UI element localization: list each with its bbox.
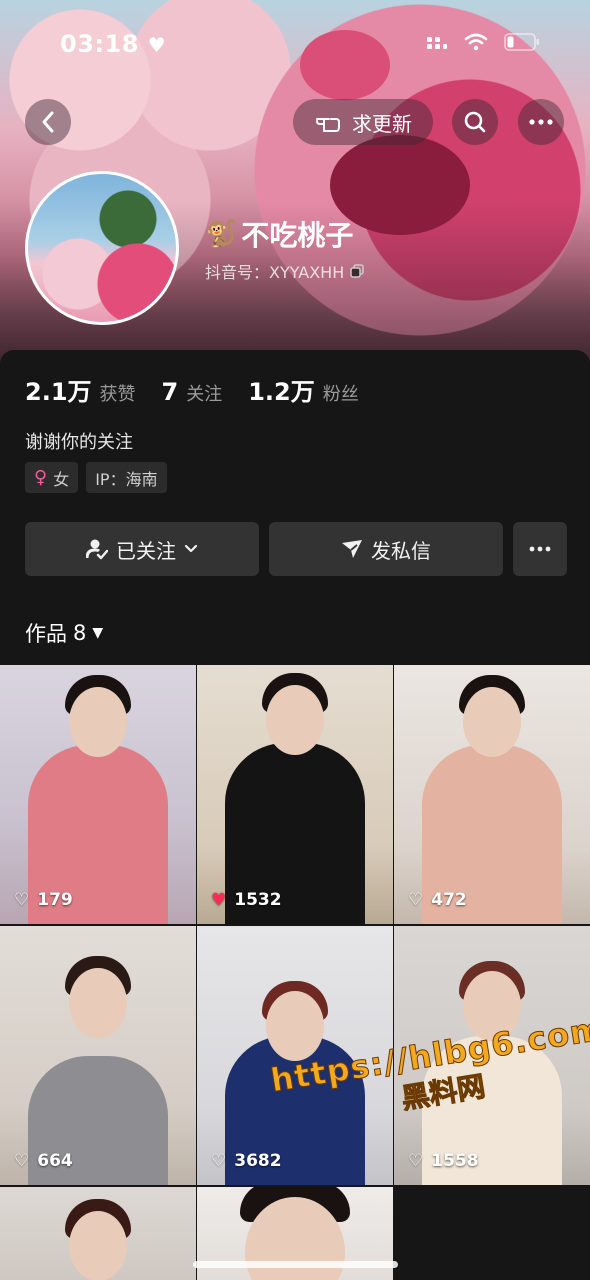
status-time-text: 03:18: [60, 30, 139, 58]
profile-tags: ♀ 女 IP：海南: [25, 462, 167, 493]
action-more-button[interactable]: [513, 522, 567, 576]
ip-location-label: IP：海南: [95, 469, 158, 489]
status-bar: 03:18 ♥: [0, 0, 590, 90]
gender-label: 女: [53, 469, 70, 489]
search-icon: [464, 111, 486, 133]
heart-outline-icon: ♡: [14, 890, 30, 910]
copy-icon[interactable]: [350, 264, 364, 278]
profile-actions: 已关注 发私信: [25, 522, 567, 576]
gender-tag: ♀ 女: [25, 462, 79, 493]
back-button[interactable]: [25, 99, 71, 145]
like-count: ♡ 3682: [211, 1151, 282, 1171]
video-thumbnail[interactable]: ♡ 664: [0, 926, 196, 1185]
more-options-button[interactable]: [518, 99, 564, 145]
video-thumbnail[interactable]: ♡ 472: [394, 665, 590, 924]
stat-label: 粉丝: [322, 384, 359, 405]
battery-icon: [504, 33, 539, 51]
send-message-button[interactable]: 发私信: [269, 522, 503, 576]
profile-name: 🐒 不吃桃子: [205, 214, 353, 254]
avatar[interactable]: [25, 171, 179, 325]
stat-value: 2.1万: [25, 378, 92, 406]
caret-down-icon: ▼: [92, 625, 104, 641]
ip-location-tag: IP：海南: [86, 462, 167, 493]
chevron-left-icon: [42, 111, 54, 133]
like-count: ♡ 1558: [408, 1151, 479, 1171]
works-label: 作品: [25, 622, 67, 646]
works-count: 8: [73, 621, 87, 645]
stat-followers[interactable]: 1.2万 粉丝: [248, 372, 359, 407]
like-count-text: 472: [431, 890, 467, 910]
like-count: ♥ 1532: [211, 890, 282, 910]
following-button[interactable]: 已关注: [25, 522, 259, 576]
status-icons: [426, 33, 540, 51]
user-check-icon: [86, 539, 108, 560]
like-count-text: 1558: [431, 1151, 479, 1171]
pointing-hand-icon: [316, 118, 340, 132]
works-tab[interactable]: 作品 8 ▼: [25, 618, 103, 648]
more-horizontal-icon: [529, 546, 551, 552]
heart-filled-icon: ♥: [211, 890, 227, 910]
send-icon: [342, 540, 362, 558]
douyin-id-text: 抖音号：XYYAXHH: [205, 263, 345, 282]
like-count: ♡ 179: [14, 890, 73, 910]
stat-following[interactable]: 7 关注: [162, 378, 223, 406]
video-thumbnail[interactable]: ♥ 1532: [197, 665, 393, 924]
video-thumbnail[interactable]: [0, 1187, 196, 1280]
heart-outline-icon: ♡: [211, 1151, 227, 1171]
douyin-id[interactable]: 抖音号：XYYAXHH: [205, 259, 364, 283]
status-time: 03:18 ♥: [60, 30, 166, 58]
request-update-button[interactable]: 求更新: [293, 99, 433, 145]
female-icon: ♀: [34, 467, 48, 488]
stat-label: 获赞: [99, 384, 136, 405]
search-button[interactable]: [452, 99, 498, 145]
heart-outline-icon: ♡: [408, 890, 424, 910]
monkey-icon: 🐒: [205, 219, 238, 249]
stat-value: 1.2万: [248, 378, 315, 406]
heart-icon: ♥: [147, 33, 167, 57]
home-indicator[interactable]: [193, 1261, 398, 1268]
chevron-down-icon: [184, 544, 198, 553]
signal-icon: [427, 37, 447, 49]
like-count-text: 1532: [234, 890, 282, 910]
profile-name-text: 不吃桃子: [241, 219, 354, 252]
request-update-label: 求更新: [352, 111, 412, 136]
stat-label: 关注: [186, 384, 223, 405]
like-count-text: 3682: [234, 1151, 282, 1171]
profile-stats: 2.1万 获赞 7 关注 1.2万 粉丝: [25, 372, 359, 407]
like-count-text: 179: [37, 890, 73, 910]
like-count: ♡ 664: [14, 1151, 73, 1171]
video-thumbnail[interactable]: ♡ 179: [0, 665, 196, 924]
more-horizontal-icon: [529, 119, 553, 125]
like-count: ♡ 472: [408, 890, 467, 910]
like-count-text: 664: [37, 1151, 73, 1171]
send-message-label: 发私信: [371, 538, 431, 563]
following-label: 已关注: [116, 538, 176, 563]
stat-likes: 2.1万 获赞: [25, 372, 136, 407]
wifi-icon: [464, 33, 488, 51]
profile-bio: 谢谢你的关注: [25, 432, 133, 453]
heart-outline-icon: ♡: [408, 1151, 424, 1171]
stat-value: 7: [161, 378, 179, 406]
heart-outline-icon: ♡: [14, 1151, 30, 1171]
